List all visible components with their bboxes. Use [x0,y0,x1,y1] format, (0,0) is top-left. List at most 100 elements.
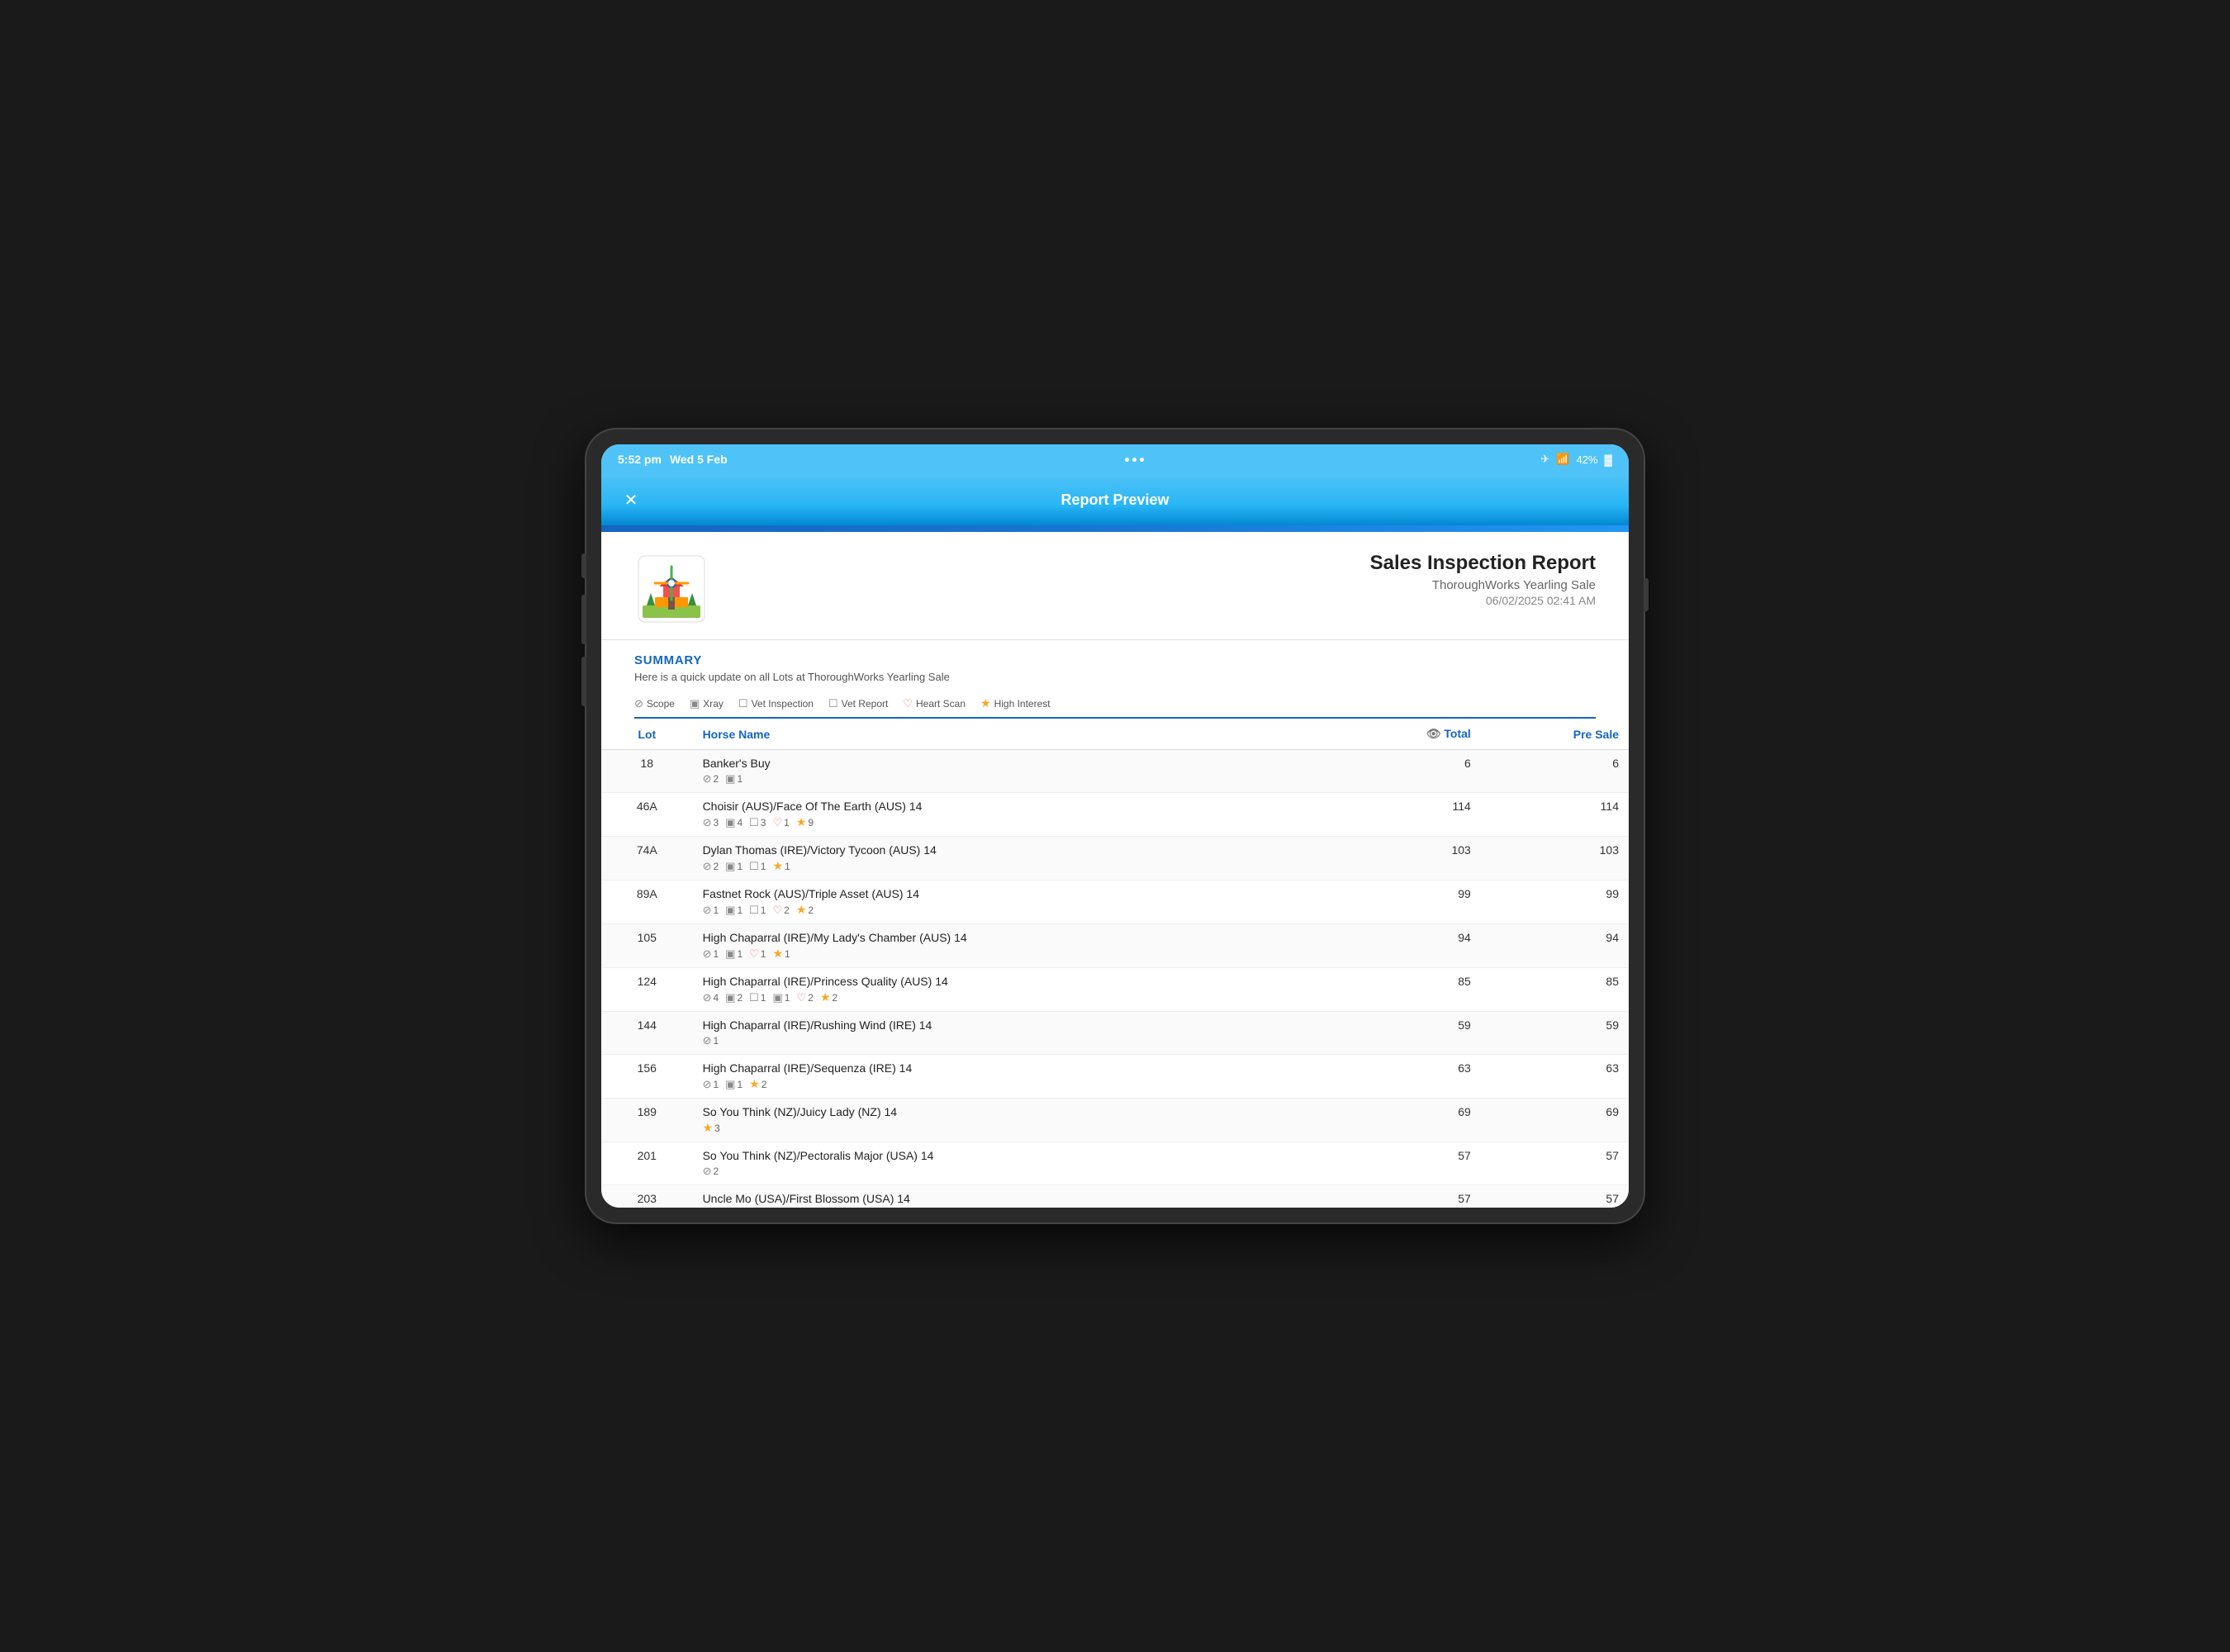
icons-row: ⊘1 [703,1034,1326,1047]
xray-icon: ▣ [725,816,735,829]
dot3 [1140,458,1144,462]
horse-name-text: Banker's Buy [703,757,1326,770]
cell-lot: 74A [601,837,693,881]
cell-lot: 156 [601,1055,693,1099]
table-row[interactable]: 124High Chaparral (IRE)/Princess Quality… [601,968,1629,1012]
table-row[interactable]: 156High Chaparral (IRE)/Sequenza (IRE) 1… [601,1055,1629,1099]
icon-scope: ⊘3 [703,816,719,829]
xray-icon: ▣ [725,772,735,786]
icon-star: ★2 [749,1077,766,1091]
scope-icon: ⊘ [703,816,712,829]
cell-pre-sale: 114 [1481,793,1629,837]
heart-icon: ♡ [796,991,806,1004]
star-count: 2 [832,992,837,1004]
horse-name-text: Dylan Thomas (IRE)/Victory Tycoon (AUS) … [703,843,1326,857]
heart-icon: ♡ [772,904,782,917]
cell-total: 114 [1335,793,1480,837]
power-button[interactable] [1644,578,1649,611]
table-row[interactable]: 89AFastnet Rock (AUS)/Triple Asset (AUS)… [601,881,1629,924]
xray-icon: ▣ [725,860,735,873]
star-count: 2 [808,904,814,916]
icon-scope: ⊘2 [703,860,719,873]
scope-count: 3 [713,817,719,828]
cell-lot: 203 [601,1185,693,1208]
star-icon: ★ [772,859,783,873]
scope-count: 1 [713,904,719,916]
scope-icon: ⊘ [703,1165,712,1178]
cell-lot: 144 [601,1012,693,1055]
side-button[interactable] [581,657,586,706]
vet-count: 1 [761,992,766,1004]
battery-icon: ▓ [1605,453,1612,466]
blue-divider [601,525,1629,532]
cell-pre-sale: 94 [1481,924,1629,968]
icon-xray: ▣1 [725,772,743,786]
table-row[interactable]: 203Uncle Mo (USA)/First Blossom (USA) 14… [601,1185,1629,1208]
xray2-icon: ▣ [772,991,782,1004]
horse-name-text: So You Think (NZ)/Juicy Lady (NZ) 14 [703,1105,1326,1118]
legend-xray: ▣ Xray [690,697,724,710]
scope-count: 1 [713,1035,719,1047]
table-header-row: Lot Horse Name 👁 Total Pre Sale [601,719,1629,750]
legend-vet-report: ☐ Vet Report [828,697,888,710]
scope-icon: ⊘ [703,772,712,786]
icon-star: ★3 [703,1121,720,1135]
icons-row: ⊘1▣1☐1♡2★2 [703,903,1326,917]
icon-heart: ♡2 [772,904,789,917]
cell-horse-name: Dylan Thomas (IRE)/Victory Tycoon (AUS) … [693,837,1336,881]
close-button[interactable]: ✕ [618,487,644,513]
cell-total: 99 [1335,881,1480,924]
legend-scope: ⊘ Scope [634,697,675,710]
dot1 [1125,458,1129,462]
cell-horse-name: High Chaparral (IRE)/Rushing Wind (IRE) … [693,1012,1336,1055]
cell-horse-name: High Chaparral (IRE)/Sequenza (IRE) 14⊘1… [693,1055,1336,1099]
battery-label: 42% [1576,453,1597,466]
scope-count: 2 [713,1165,719,1177]
icon-xray: ▣1 [725,860,743,873]
cell-horse-name: Choisir (AUS)/Face Of The Earth (AUS) 14… [693,793,1336,837]
status-right: ✈ 📶 42% ▓ [1540,453,1612,466]
table-row[interactable]: 18Banker's Buy⊘2▣166 [601,750,1629,793]
icon-vet: ☐1 [749,904,766,917]
status-date: Wed 5 Feb [670,453,728,466]
heart-count: 1 [784,817,790,828]
icon-xray: ▣4 [725,816,743,829]
heart-icon: ♡ [749,947,759,961]
icon-heart: ♡1 [772,816,789,829]
content-area[interactable]: Sales Inspection Report ThoroughWorks Ye… [601,532,1629,1208]
heart-count: 2 [808,992,814,1004]
icons-row: ⊘2▣1 [703,772,1326,786]
cell-total: 94 [1335,924,1480,968]
status-left: 5:52 pm Wed 5 Feb [618,453,728,466]
volume-down-button[interactable] [581,595,586,644]
horse-name-text: So You Think (NZ)/Pectoralis Major (USA)… [703,1149,1326,1162]
cell-pre-sale: 99 [1481,881,1629,924]
volume-up-button[interactable] [581,553,586,578]
table-row[interactable]: 189So You Think (NZ)/Juicy Lady (NZ) 14★… [601,1099,1629,1142]
cell-total: 57 [1335,1185,1480,1208]
cell-pre-sale: 85 [1481,968,1629,1012]
cell-lot: 201 [601,1142,693,1185]
cell-pre-sale: 63 [1481,1055,1629,1099]
table-row[interactable]: 74A Dylan Thomas (IRE)/Victory Tycoon (AU… [601,837,1629,881]
th-horse-name: Horse Name [693,719,1336,750]
icon-star: ★9 [796,815,814,829]
table-row[interactable]: 105High Chaparral (IRE)/My Lady's Chambe… [601,924,1629,968]
tablet-screen: 5:52 pm Wed 5 Feb ✈ 📶 42% ▓ ✕ Report Pre… [601,444,1629,1208]
xray-icon: ▣ [725,904,735,917]
xray-count: 1 [737,948,743,960]
icon-heart: ♡2 [796,991,813,1004]
table-row[interactable]: 144 High Chaparral (IRE)/Rushing Wind (IR… [601,1012,1629,1055]
horse-name-text: High Chaparral (IRE)/Rushing Wind (IRE) … [703,1018,1326,1032]
table-row[interactable]: 201 So You Think (NZ)/Pectoralis Major (U… [601,1142,1629,1185]
star-count: 3 [714,1123,720,1134]
xray2-count: 1 [785,992,790,1004]
wifi-icon: 📶 [1556,453,1569,466]
scope-icon: ⊘ [703,1078,712,1091]
scope-icon: ⊘ [703,860,712,873]
legend-vet-inspection: ☐ Vet Inspection [738,697,814,710]
table-row[interactable]: 46AChoisir (AUS)/Face Of The Earth (AUS)… [601,793,1629,837]
vet-count: 1 [761,861,766,872]
icon-xray: ▣2 [725,991,743,1004]
xray-legend-label: Xray [703,698,724,710]
